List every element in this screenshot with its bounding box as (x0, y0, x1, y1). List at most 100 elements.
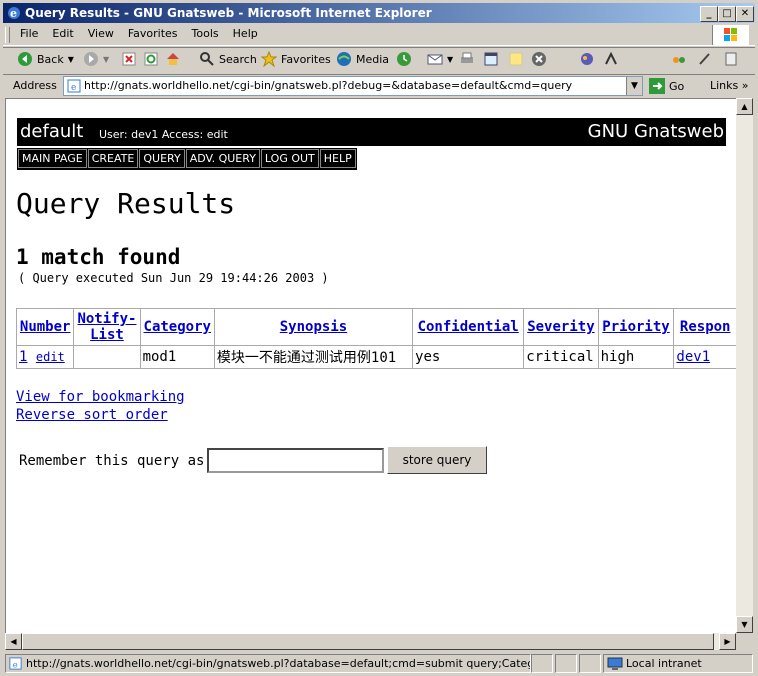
nav-create[interactable]: CREATE (87, 149, 139, 168)
svg-text:e: e (10, 7, 17, 20)
nav-adv-query[interactable]: ADV. QUERY (185, 149, 260, 168)
messenger-icon (581, 53, 593, 65)
edit-link[interactable]: edit (36, 350, 65, 364)
nav-help[interactable]: HELP (319, 149, 356, 168)
sort-notify-list-link[interactable]: Notify-List (77, 311, 136, 343)
discuss-button[interactable] (508, 51, 524, 67)
menu-bar: File Edit View Favorites Tools Help (3, 25, 755, 46)
cell-category: mod1 (139, 345, 215, 369)
mail-dropdown-icon[interactable]: ▼ (447, 55, 453, 64)
menu-file[interactable]: File (13, 25, 45, 40)
edit-page-button[interactable] (483, 51, 499, 67)
menu-tools[interactable]: Tools (185, 25, 226, 40)
go-button[interactable]: Go (649, 78, 684, 94)
menu-view[interactable]: View (81, 25, 121, 40)
pen-button[interactable] (697, 51, 713, 67)
research-button[interactable] (723, 51, 739, 67)
media-button[interactable]: Media (336, 51, 389, 67)
status-url: http://gnats.worldhello.net/cgi-bin/gnat… (26, 657, 530, 670)
mail-button[interactable]: ▼ (427, 51, 453, 67)
scroll-down-icon[interactable]: ▼ (736, 616, 753, 633)
menu-edit[interactable]: Edit (45, 25, 80, 40)
sort-category-link[interactable]: Category (144, 319, 211, 335)
sort-responsible-link[interactable]: Respon (680, 319, 731, 335)
menu-help[interactable]: Help (226, 25, 265, 40)
scroll-up-icon[interactable]: ▲ (736, 98, 753, 115)
address-dropdown-icon[interactable]: ▼ (626, 77, 642, 95)
zone-panel: Local intranet (603, 654, 753, 673)
reverse-sort-link[interactable]: Reverse sort order (16, 407, 168, 423)
results-table: Number Notify-List Category Synopsis Con… (15, 308, 737, 369)
maximize-button[interactable]: □ (718, 6, 736, 22)
main-nav: MAIN PAGE CREATE QUERY ADV. QUERY LOG OU… (17, 148, 357, 170)
gnatsweb-header: default User: dev1 Access: edit GNU Gnat… (17, 118, 726, 146)
back-label: Back (37, 52, 64, 66)
scroll-left-icon[interactable]: ◀ (5, 633, 22, 650)
database-name: default (20, 121, 84, 142)
column-number[interactable]: Number (15, 308, 75, 346)
cell-priority: high (597, 345, 675, 369)
stop-button[interactable] (121, 51, 137, 67)
column-notify-list[interactable]: Notify-List (73, 308, 141, 346)
scroll-right-icon[interactable]: ▶ (719, 633, 736, 650)
menu-favorites[interactable]: Favorites (121, 25, 185, 40)
query-name-input[interactable] (207, 448, 384, 473)
column-responsible[interactable]: Respon (673, 308, 737, 346)
tool-button[interactable] (603, 51, 619, 67)
column-confidential[interactable]: Confidential (412, 308, 525, 346)
nav-main-page[interactable]: MAIN PAGE (18, 149, 87, 168)
print-button[interactable] (459, 51, 475, 67)
sort-synopsis-link[interactable]: Synopsis (280, 319, 347, 335)
sort-number-link[interactable]: Number (20, 319, 71, 335)
sort-priority-link[interactable]: Priority (602, 319, 669, 335)
search-button[interactable]: Search (199, 51, 257, 67)
note-icon (509, 52, 523, 66)
ie-icon: e (8, 7, 20, 20)
page-title: Query Results (16, 187, 236, 220)
column-severity[interactable]: Severity (523, 308, 599, 346)
media-label: Media (356, 52, 390, 66)
forward-button[interactable]: ▼ (83, 51, 109, 67)
view-for-bookmarking-link[interactable]: View for bookmarking (16, 389, 185, 405)
status-text-panel: e http://gnats.worldhello.net/cgi-bin/gn… (5, 654, 531, 673)
refresh-button[interactable] (143, 51, 159, 67)
links-label: Links (710, 79, 739, 92)
nav-log-out[interactable]: LOG OUT (260, 149, 319, 168)
favorites-button[interactable]: Favorites (261, 51, 331, 67)
search-label: Search (219, 52, 257, 66)
column-priority[interactable]: Priority (597, 308, 675, 346)
home-button[interactable] (165, 51, 181, 67)
close-button[interactable]: ✕ (736, 6, 754, 22)
vertical-scrollbar[interactable]: ▲ ▼ (736, 98, 753, 633)
printer-icon (461, 52, 473, 63)
nav-query[interactable]: QUERY (139, 149, 185, 168)
horizontal-scrollbar[interactable]: ◀ ▶ (5, 633, 736, 650)
pen-icon (699, 53, 710, 65)
block-button[interactable] (531, 51, 547, 67)
search-icon (200, 52, 214, 66)
store-query-button[interactable]: store query (387, 446, 487, 474)
sort-confidential-link[interactable]: Confidential (418, 319, 519, 335)
pr-number-link[interactable]: 1 (19, 349, 27, 365)
links-button[interactable]: Links » (710, 79, 749, 92)
back-dropdown-icon[interactable]: ▼ (68, 55, 74, 64)
messenger-button[interactable] (579, 51, 595, 67)
horizontal-scroll-thumb[interactable] (22, 633, 714, 650)
address-bar: Address e http://gnats.worldhello.net/cg… (3, 74, 755, 97)
back-button[interactable]: Back ▼ (17, 51, 74, 67)
responsible-link[interactable]: dev1 (676, 349, 710, 365)
sort-severity-link[interactable]: Severity (527, 319, 594, 335)
column-synopsis[interactable]: Synopsis (213, 308, 414, 346)
research-icon (725, 52, 737, 66)
address-input[interactable]: e http://gnats.worldhello.net/cgi-bin/gn… (63, 76, 643, 96)
column-category[interactable]: Category (139, 308, 215, 346)
status-panel-3 (579, 654, 601, 673)
cell-number: 1 edit (15, 345, 75, 369)
history-button[interactable] (396, 51, 412, 67)
yoyo-button[interactable] (671, 51, 687, 67)
address-url: http://gnats.worldhello.net/cgi-bin/gnat… (84, 79, 573, 92)
forward-dropdown-icon[interactable]: ▼ (103, 55, 109, 64)
forward-arrow-icon (84, 52, 98, 66)
stop-icon (122, 52, 136, 66)
minimize-button[interactable]: _ (700, 6, 718, 22)
